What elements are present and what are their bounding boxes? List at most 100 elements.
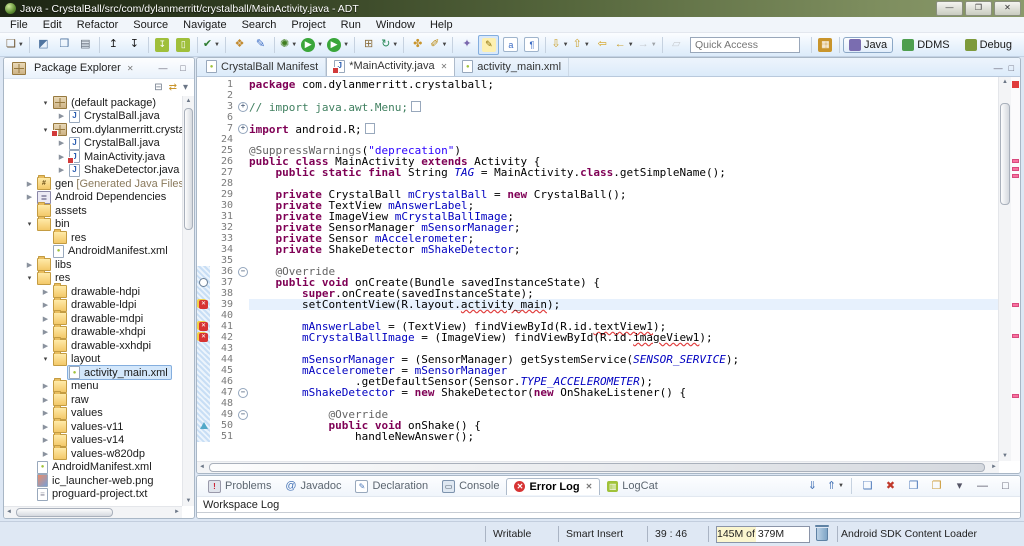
error-overview-mark[interactable]: [1012, 334, 1019, 338]
expander-closed-icon[interactable]: ▶: [56, 112, 67, 120]
code-line[interactable]: 51 handleNewAnswer();: [197, 431, 999, 442]
expander-closed-icon[interactable]: ▶: [56, 166, 67, 174]
print-button[interactable]: ▤: [76, 36, 95, 54]
tab-declaration[interactable]: ✎ Declaration: [348, 478, 435, 495]
tree-item[interactable]: ▶ values-w820dp: [4, 445, 182, 461]
tree-item[interactable]: ▾ res: [4, 269, 182, 286]
error-overview-mark[interactable]: [1012, 167, 1019, 171]
tab-problems[interactable]: ! Problems: [201, 478, 278, 495]
scrollbar-thumb[interactable]: [184, 108, 193, 230]
minimize-panel-button[interactable]: —: [156, 63, 170, 73]
new-java-element-button[interactable]: ✎: [251, 36, 270, 54]
expander-closed-icon[interactable]: ▶: [40, 423, 51, 431]
editor-tab-activity-main-xml[interactable]: activity_main.xml: [455, 58, 570, 76]
expander-closed-icon[interactable]: ▶: [40, 396, 51, 404]
close-window[interactable]: ✕: [994, 1, 1021, 16]
show-whitespace-button[interactable]: ¶: [522, 36, 541, 54]
tree-item[interactable]: ▶ raw: [4, 391, 182, 407]
code-line[interactable]: 34 private ShakeDetector mShakeDetector;: [197, 244, 999, 255]
fold-toggle-icon[interactable]: +: [237, 101, 249, 112]
scroll-right-arrow[interactable]: ►: [172, 507, 182, 517]
tree-item[interactable]: ▶ drawable-xhdpi: [4, 323, 182, 340]
expander-closed-icon[interactable]: ▶: [56, 153, 67, 161]
fold-toggle-icon[interactable]: +: [237, 123, 249, 134]
tab-package-explorer[interactable]: Package Explorer ✕: [8, 60, 138, 77]
run-history-button[interactable]: ▶ ▼: [326, 36, 350, 54]
expander-open-icon[interactable]: ▾: [40, 99, 51, 107]
scroll-up-arrow[interactable]: ▲: [183, 96, 194, 106]
tree-item[interactable]: ▶ values-v14: [4, 431, 182, 448]
run-button[interactable]: ▶ ▼: [300, 36, 324, 54]
menu-help[interactable]: Help: [423, 18, 461, 32]
close-icon[interactable]: ✕: [127, 64, 134, 73]
coverage-button[interactable]: ⊞: [359, 36, 378, 54]
expander-closed-icon[interactable]: ▶: [40, 288, 51, 296]
scrollbar-thumb[interactable]: [16, 508, 113, 517]
error-overview-mark[interactable]: [1012, 174, 1019, 178]
export-log-button[interactable]: ⇓: [803, 477, 822, 495]
run-check-button[interactable]: ✔ ▼: [202, 36, 221, 54]
expander-open-icon[interactable]: ▾: [40, 126, 51, 134]
android-virtual-device-manager-button[interactable]: ▯: [174, 36, 193, 54]
clear-log-button[interactable]: ❑: [858, 477, 877, 495]
menu-source[interactable]: Source: [126, 18, 176, 32]
save-all-button[interactable]: ❒: [55, 36, 74, 54]
maximize-panel-button[interactable]: □: [176, 63, 190, 73]
scrollbar-thumb[interactable]: [1000, 103, 1010, 205]
error-overview-mark[interactable]: [1012, 394, 1019, 398]
expander-closed-icon[interactable]: ▶: [40, 382, 51, 390]
new-xml-file-button[interactable]: ❖: [230, 36, 249, 54]
show-source-annotation-button[interactable]: a: [501, 36, 520, 54]
import-button[interactable]: ↧: [125, 36, 144, 54]
expander-closed-icon[interactable]: ▶: [24, 261, 35, 269]
expander-closed-icon[interactable]: ▶: [40, 315, 51, 323]
tree-item[interactable]: assets: [4, 202, 182, 218]
tree-item[interactable]: ▶ Android Dependencies: [4, 190, 182, 205]
garbage-collect-button[interactable]: [815, 524, 829, 541]
debug-button[interactable]: ✺ ▼: [279, 36, 298, 54]
search-button[interactable]: ✦: [457, 36, 476, 54]
tree-item[interactable]: activity_main.xml: [4, 365, 182, 381]
editor-vertical-scrollbar[interactable]: ▲ ▼: [998, 77, 1011, 461]
tree-item[interactable]: ▶ MainActivity.java: [4, 150, 182, 165]
tree-item[interactable]: ▾ layout: [4, 350, 182, 367]
menu-file[interactable]: File: [3, 18, 36, 32]
code-line[interactable]: 2: [197, 90, 999, 101]
code-line[interactable]: ✕ 39 setContentView(R.layout.activity_mai…: [197, 299, 999, 310]
restore-window[interactable]: ❐: [965, 1, 992, 16]
tree-item[interactable]: ▶ CrystalBall.java: [4, 136, 182, 151]
pin-editor-button[interactable]: ▱: [667, 36, 686, 54]
tree-item[interactable]: ▶ menu: [4, 377, 182, 394]
tree-item[interactable]: ▾ com.dylanmerritt.crystalball: [4, 123, 182, 138]
tree-item[interactable]: ▾ bin: [4, 215, 182, 232]
next-annotation-button[interactable]: ⇩ ▼: [550, 36, 569, 54]
code-line[interactable]: 1 package com.dylanmerritt.crystalball;: [197, 79, 999, 90]
new-wizard-button[interactable]: ❏ ▼: [5, 36, 25, 54]
tree-item[interactable]: ▶ values: [4, 404, 182, 421]
tree-item[interactable]: ▶ drawable-xxhdpi: [4, 337, 182, 353]
tree-item[interactable]: ▶ drawable-mdpi: [4, 310, 182, 326]
expander-closed-icon[interactable]: ▶: [56, 139, 67, 147]
expander-closed-icon[interactable]: ▶: [40, 450, 51, 458]
scroll-down-arrow[interactable]: ▼: [183, 496, 194, 506]
minimize-panel-button[interactable]: —: [994, 63, 1003, 73]
last-edit-location-button[interactable]: ⇦: [593, 36, 612, 54]
minimize-panel-button[interactable]: —: [973, 477, 992, 495]
fold-toggle-icon[interactable]: −: [237, 409, 249, 420]
fold-toggle-icon[interactable]: −: [237, 266, 249, 277]
expander-closed-icon[interactable]: ▶: [40, 342, 51, 350]
tree-item[interactable]: ▶ CrystalBall.java: [4, 109, 182, 124]
folded-region-icon[interactable]: [364, 123, 375, 134]
view-menu-icon[interactable]: ▾: [183, 82, 188, 93]
editor-tab--mainactivity-java[interactable]: *MainActivity.java ✕: [326, 58, 456, 76]
tree-item[interactable]: ic_launcher-web.png: [4, 474, 182, 488]
back-button[interactable]: ← ▼: [614, 36, 635, 54]
link-with-editor-button[interactable]: ⇄: [169, 82, 177, 93]
tab-logcat[interactable]: ▥ LogCat: [600, 478, 664, 494]
code-line[interactable]: 47− mShakeDetector = new ShakeDetector(n…: [197, 387, 999, 398]
scrollbar-thumb[interactable]: [209, 463, 985, 472]
menu-refactor[interactable]: Refactor: [70, 18, 127, 32]
expander-closed-icon[interactable]: ▶: [40, 301, 51, 309]
tree-item[interactable]: ▶ gen [Generated Java Files]: [4, 175, 182, 191]
close-icon[interactable]: ✕: [441, 62, 448, 71]
